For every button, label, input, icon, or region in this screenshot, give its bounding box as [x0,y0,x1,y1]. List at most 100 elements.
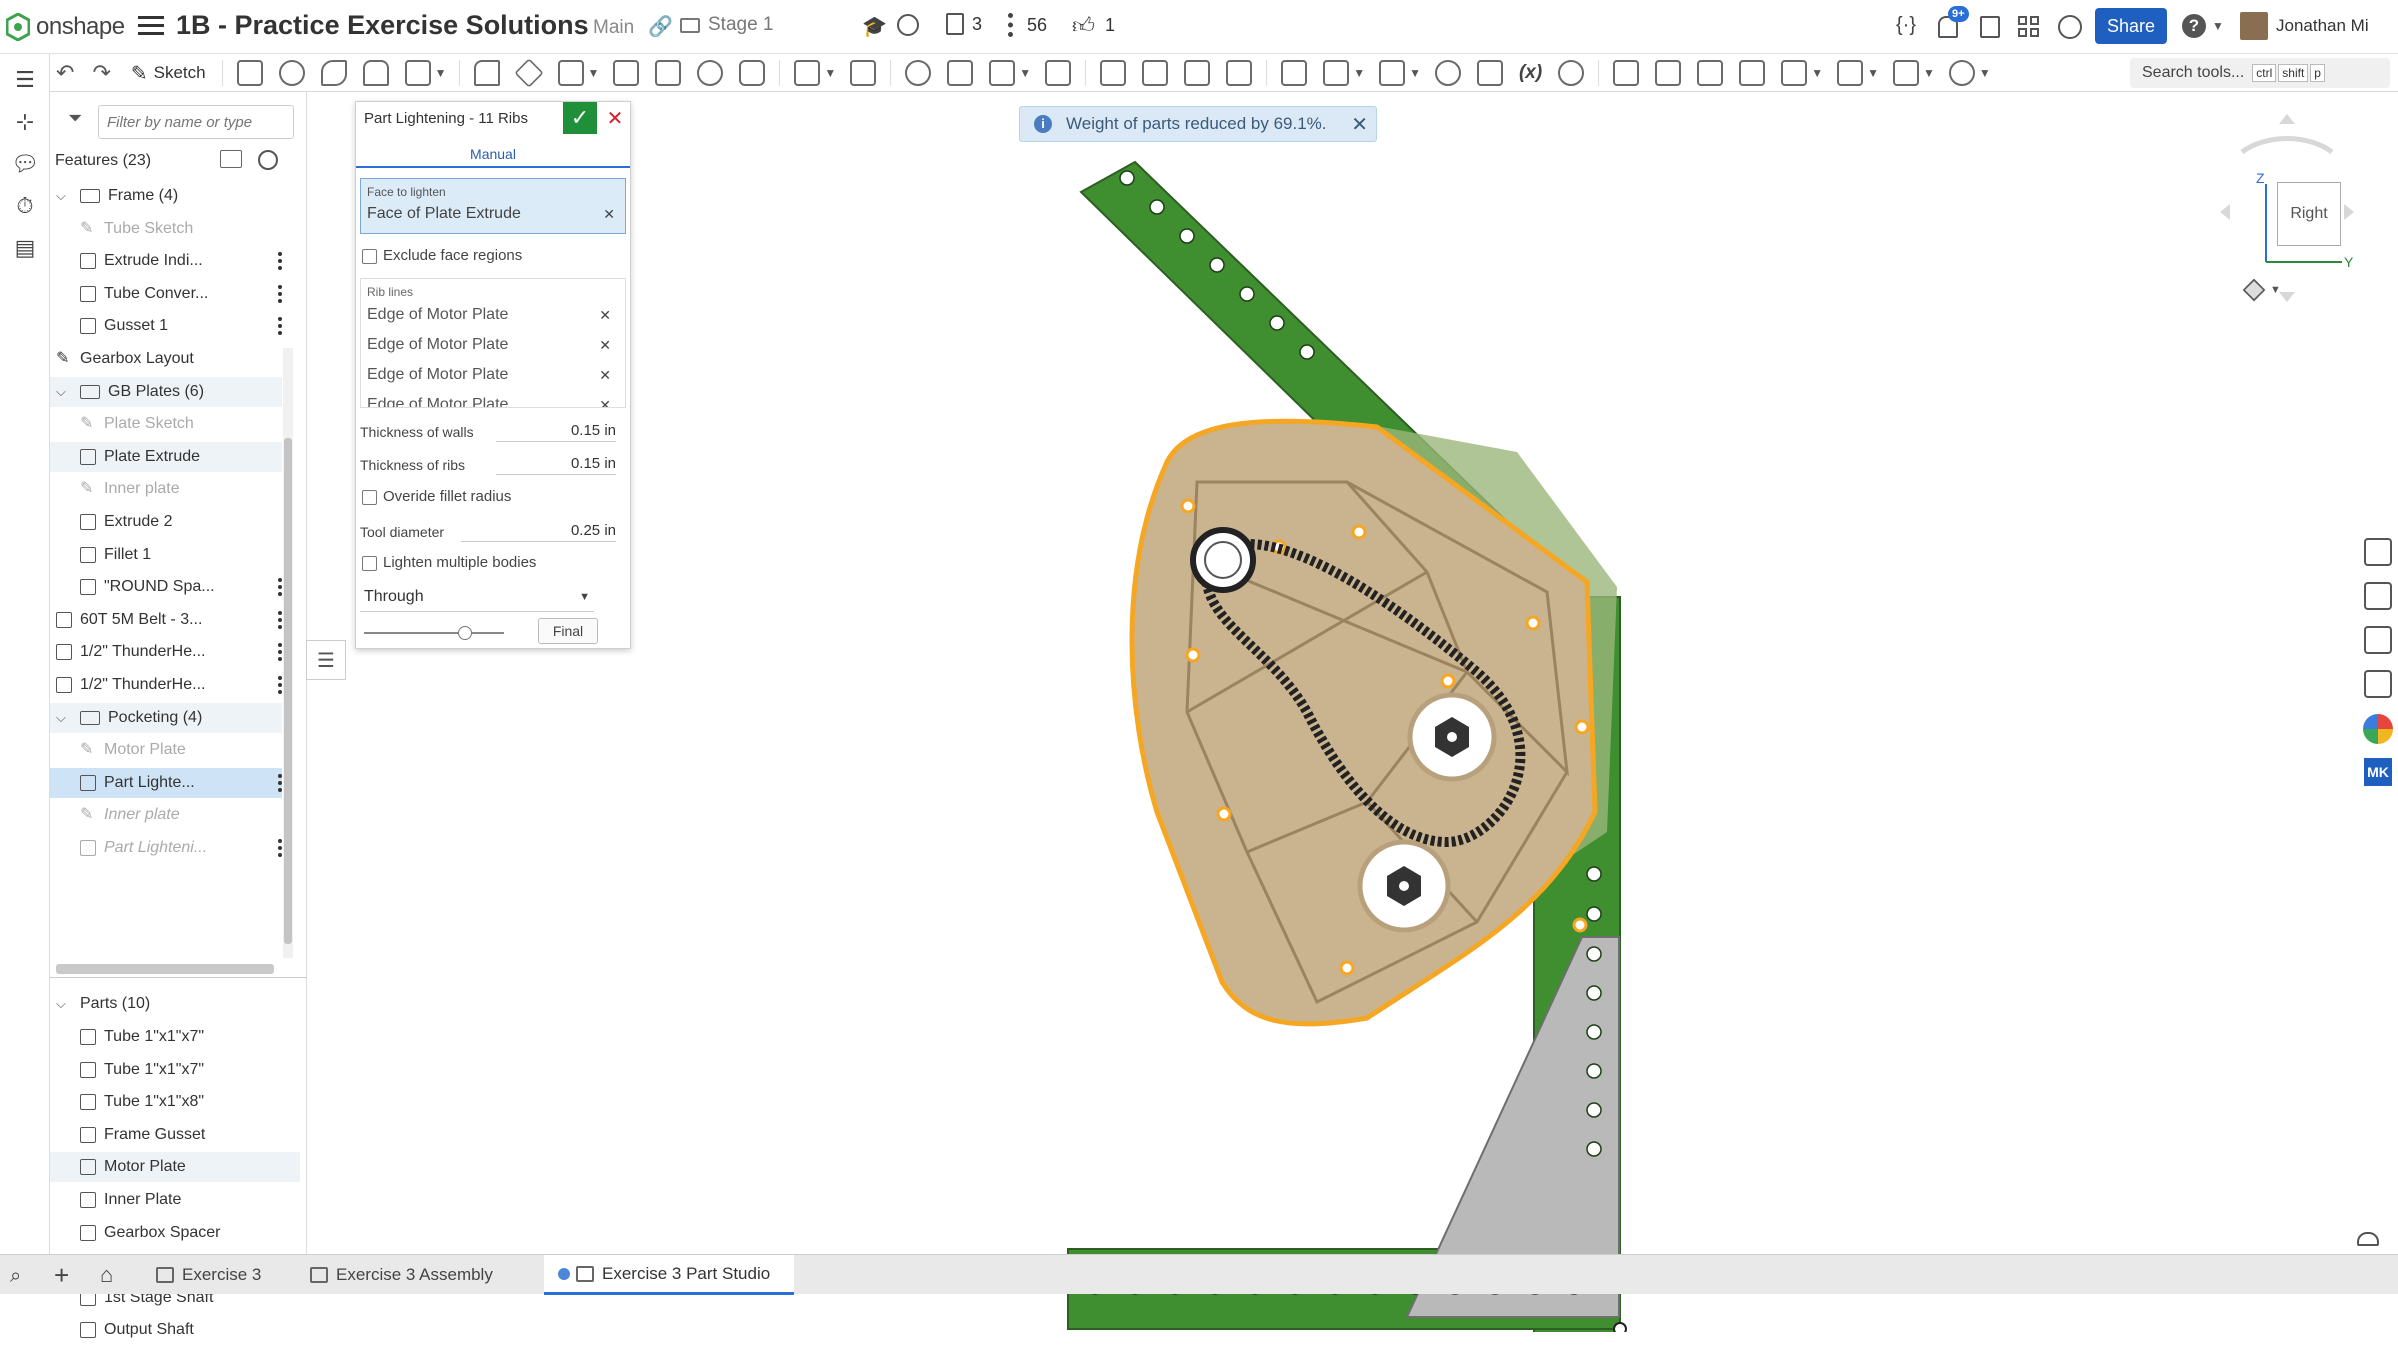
workspace-breadcrumb[interactable]: Stage 1 [680,14,774,36]
walls-thickness-input[interactable]: 0.15 in [496,422,616,442]
help-menu[interactable]: ? ▼ [2182,14,2224,38]
feature-item[interactable]: 1/2" ThunderHe... [56,637,282,667]
chevron-down-icon[interactable]: ▼ [588,66,600,80]
chevron-down-icon[interactable]: ▼ [435,66,447,80]
scrollbar-thumb[interactable] [284,438,292,944]
feature-item[interactable]: Gusset 1 [80,311,282,341]
filter-icon[interactable]: ⏷ [68,108,82,129]
part-item[interactable]: Motor Plate [50,1152,300,1183]
undo-icon[interactable]: ↶ [56,60,74,86]
document-tab[interactable]: Exercise 3 Part Studio [544,1255,794,1295]
redo-icon[interactable]: ↷ [92,60,110,86]
chevron-down-icon[interactable]: ⌵ [56,384,74,400]
feature-item[interactable]: "ROUND Spa... [80,572,282,602]
confirm-check-icon[interactable]: ✓ [563,102,597,134]
feature-item[interactable]: ✎ Inner plate [80,800,282,830]
fit-spline-icon[interactable] [1434,60,1461,86]
search-tools-input[interactable]: Search tools... ctrl shift p [2130,58,2390,88]
comments-icon[interactable]: 💬︎ [11,152,39,176]
linear-pattern-icon[interactable] [794,60,821,86]
mk-app-icon[interactable]: MK [2364,758,2392,786]
feature-item[interactable]: ⌵ GB Plates (6) [50,376,282,407]
feature-menu-icon[interactable] [278,610,282,629]
feature-item[interactable]: Extrude Indi... [80,246,282,276]
parts-panel-icon[interactable] [2364,582,2392,610]
remove-rib-icon[interactable]: ✕ [599,307,611,324]
chevron-down-icon[interactable]: ▼ [1979,66,1991,80]
feature-item[interactable]: ✎ Tube Sketch [80,214,282,244]
helix-icon[interactable] [1379,60,1406,86]
feature-item[interactable]: ✎ Gearbox Layout [56,344,282,374]
part-item[interactable]: Inner Plate [50,1185,300,1215]
history-icon[interactable]: ⏱︎ [11,194,39,218]
slider-knob[interactable] [457,626,472,640]
code-braces-icon[interactable]: {·} [1896,14,1916,37]
user-menu[interactable]: Jonathan Mi [2240,12,2369,40]
feature-item[interactable]: Plate Extrude [50,441,282,472]
hamburger-menu-icon[interactable] [138,14,164,36]
chevron-down-icon[interactable]: ▼ [1019,66,1031,80]
final-button[interactable]: Final [538,618,598,644]
variable-icon[interactable]: (x) [1519,62,1542,84]
part-item[interactable]: Output Shaft [50,1315,300,1345]
feature-item[interactable]: ⌵ Frame (4) [56,181,282,211]
feature-menu-icon[interactable] [278,773,282,792]
view-options-menu[interactable]: ▼ [2242,278,2281,302]
parts-header[interactable]: ⌵ Parts (10) [56,989,296,1019]
chevron-down-icon[interactable]: ⌵ [56,710,74,726]
thicken-icon[interactable] [404,60,431,86]
frame-icon[interactable] [1837,60,1864,86]
document-title[interactable]: 1B - Practice Exercise Solutions [176,10,589,41]
surface-icon[interactable] [1892,60,1919,86]
rib-line-item[interactable]: Edge of Motor Plate ✕ [367,363,617,387]
toast-close-icon[interactable]: ✕ [1351,112,1368,137]
chevron-down-icon[interactable]: ▼ [1353,66,1365,80]
feature-item[interactable]: 60T 5M Belt - 3... [56,605,282,635]
remove-rib-icon[interactable]: ✕ [599,397,611,408]
feature-item[interactable]: Fillet 1 [80,540,282,570]
variables-panel-icon[interactable] [2364,670,2392,698]
replace-face-icon[interactable] [1226,60,1253,86]
configuration-icon[interactable] [1558,60,1585,86]
face-to-lighten-field[interactable]: Face to lighten Face of Plate Extrude ✕ [360,178,626,234]
feature-menu-icon[interactable] [278,839,282,857]
part-item[interactable]: Frame Gusset [50,1120,300,1150]
chevron-down-icon[interactable]: ▼ [1811,66,1823,80]
remove-selection-icon[interactable]: ✕ [603,206,615,223]
feature-item[interactable]: Part Lighte... [50,767,282,798]
preview-slider[interactable] [364,626,504,640]
feature-item[interactable]: 1/2" ThunderHe... [56,670,282,700]
rib-line-item[interactable]: Edge of Motor Plate ✕ [367,303,617,327]
feature-dialog-toggle-icon[interactable]: ☰ [306,640,346,680]
tab-manual[interactable]: Manual [356,140,630,168]
chamfer-icon[interactable] [513,58,544,88]
transform-icon[interactable] [989,60,1016,86]
app-grid-icon[interactable] [2018,16,2040,38]
globe-icon[interactable] [897,14,919,36]
modify-fillet-icon[interactable] [1100,60,1127,86]
chevron-down-icon[interactable]: ▼ [1923,66,1935,80]
branch-label[interactable]: Main [593,17,634,39]
feature-item[interactable]: Extrude 2 [80,507,282,537]
sheet-metal-icon[interactable] [1613,60,1640,86]
hole-icon[interactable] [697,60,724,86]
feature-menu-icon[interactable] [278,284,282,303]
insert-icon[interactable]: ⊹ [11,110,39,134]
draft-icon[interactable] [557,60,584,86]
app-store-icon[interactable] [2058,15,2082,39]
feature-menu-icon[interactable] [278,317,282,336]
feature-menu-icon[interactable] [278,676,282,694]
view-cube-face[interactable]: Right [2277,182,2341,246]
chevron-down-icon[interactable]: ⌵ [56,188,74,204]
appearance-panel-icon[interactable] [2364,538,2392,566]
custom-feature-icon[interactable] [1948,60,1975,86]
exclude-regions-checkbox[interactable] [362,249,377,264]
end-type-select[interactable]: Through ▼ [360,582,594,612]
add-folder-icon[interactable] [220,150,242,168]
rib-line-item[interactable]: Edge of Motor Plate ✕ [367,393,617,408]
remove-rib-icon[interactable]: ✕ [599,367,611,384]
display-mode-icon[interactable] [2357,1232,2379,1246]
versions-button[interactable]: 3 [946,13,982,35]
tab-icon[interactable] [1697,60,1724,86]
tab-search-icon[interactable]: ⌕ [10,1265,21,1288]
